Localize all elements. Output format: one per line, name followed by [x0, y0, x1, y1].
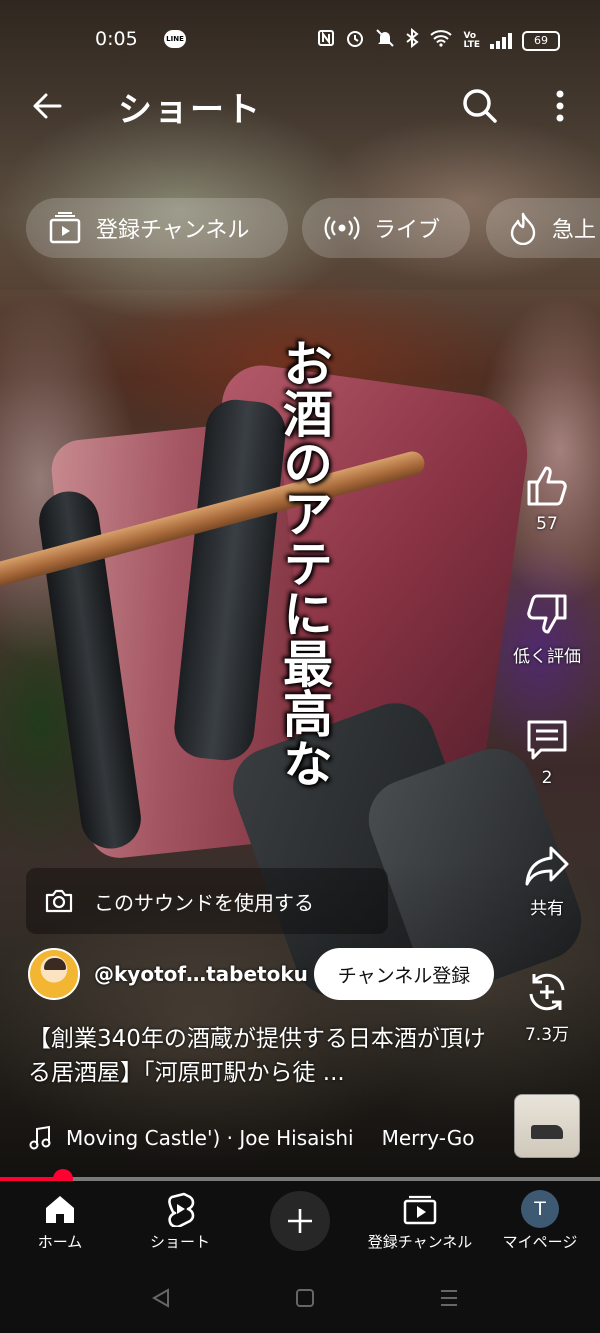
- subscriptions-icon: [48, 211, 82, 245]
- nav-subscriptions-label: 登録チャンネル: [367, 1233, 473, 1251]
- comments-button[interactable]: 2: [508, 716, 586, 788]
- chip-live[interactable]: ライブ: [302, 198, 470, 258]
- thumbs-down-icon: [523, 590, 571, 638]
- bluetooth-icon: [405, 27, 420, 53]
- bottom-navigation: ホーム ショート 登録チャンネル T マイページ: [0, 1181, 600, 1261]
- battery-icon: 69: [522, 30, 560, 51]
- mute-icon: [375, 28, 395, 53]
- use-sound-button[interactable]: このサウンドを使用する: [26, 868, 388, 934]
- home-icon: [0, 1189, 120, 1229]
- line-app-icon: LINE: [164, 30, 186, 48]
- shorts-header: ショート: [0, 78, 600, 136]
- share-button[interactable]: 共有: [508, 842, 586, 919]
- nav-subscriptions[interactable]: 登録チャンネル: [360, 1189, 480, 1252]
- nav-home-label: ホーム: [37, 1233, 83, 1251]
- feed-filter-chips: 登録チャンネル ライブ 急上: [26, 198, 600, 260]
- nav-my-page-label: マイページ: [502, 1233, 578, 1251]
- chip-label: ライブ: [374, 218, 441, 243]
- search-button[interactable]: [458, 84, 502, 128]
- music-track-next: Merry-Go: [381, 1126, 475, 1150]
- music-track: Moving Castle') · Joe Hisaishi: [66, 1126, 354, 1150]
- nav-my-page[interactable]: T マイページ: [480, 1189, 600, 1252]
- music-note-icon: [28, 1125, 52, 1151]
- live-icon: [324, 213, 360, 243]
- menu-lines-icon: [441, 1290, 457, 1306]
- plus-icon: [288, 1209, 312, 1233]
- alarm-icon: [345, 28, 365, 53]
- use-sound-label: このサウンドを使用する: [94, 890, 314, 915]
- square-home-icon: [296, 1289, 314, 1307]
- nav-home[interactable]: ホーム: [0, 1189, 120, 1252]
- system-back-button[interactable]: [146, 1283, 176, 1313]
- comment-icon: [523, 716, 571, 764]
- signal-icon: [490, 32, 512, 49]
- thumbs-up-icon: [523, 462, 571, 510]
- like-count: 57: [536, 514, 558, 534]
- system-navigation-bar: [0, 1261, 600, 1333]
- battery-level: 69: [534, 33, 548, 47]
- search-icon: [463, 89, 497, 123]
- subscribe-button[interactable]: チャンネル登録: [314, 948, 494, 1000]
- page-title: ショート: [118, 90, 262, 130]
- remix-button[interactable]: 7.3万: [508, 968, 586, 1045]
- chip-trending[interactable]: 急上: [486, 198, 600, 258]
- more-options-button[interactable]: [540, 84, 580, 128]
- nav-shorts-label: ショート: [149, 1233, 210, 1251]
- channel-avatar[interactable]: [28, 948, 80, 1000]
- more-vert-icon: [556, 90, 564, 122]
- back-button[interactable]: [26, 84, 70, 128]
- share-label: 共有: [530, 899, 564, 919]
- album-thumbnail[interactable]: [514, 1094, 580, 1158]
- wifi-icon: [429, 29, 453, 52]
- avatar-wrap: T: [480, 1189, 600, 1229]
- remix-icon: [523, 968, 571, 1016]
- dislike-label: 低く評価: [513, 647, 581, 667]
- back-arrow-icon: [33, 93, 62, 119]
- status-time: 0:05: [95, 28, 138, 50]
- music-marquee[interactable]: Moving Castle') · Joe Hisaishi Merry-Go: [28, 1122, 494, 1154]
- dislike-button[interactable]: 低く評価: [508, 590, 586, 667]
- chip-subscriptions[interactable]: 登録チャンネル: [26, 198, 288, 258]
- comment-count: 2: [541, 768, 553, 788]
- triangle-back-icon: [151, 1288, 169, 1308]
- status-bar: 0:05 LINE Vo LTE 69: [0, 22, 600, 60]
- status-icons: Vo LTE 69: [317, 27, 560, 53]
- system-home-button[interactable]: [290, 1283, 320, 1313]
- chip-label: 登録チャンネル: [96, 218, 250, 243]
- nav-shorts[interactable]: ショート: [120, 1189, 240, 1252]
- share-icon: [523, 842, 571, 890]
- shorts-icon: [120, 1189, 240, 1229]
- trending-icon: [508, 211, 538, 245]
- nfc-icon: [317, 29, 335, 52]
- remix-count: 7.3万: [524, 1025, 570, 1045]
- subscriptions-icon: [360, 1189, 480, 1229]
- video-title[interactable]: 【創業340年の酒蔵が提供する日本酒が頂ける居酒屋】「河原町駅から徒 ...: [28, 1022, 498, 1090]
- avatar: T: [521, 1190, 559, 1228]
- like-button[interactable]: 57: [508, 462, 586, 534]
- volte-icon: Vo LTE: [463, 30, 480, 50]
- video-overlay-caption: お酒のアテに最高な: [275, 338, 334, 788]
- channel-handle[interactable]: @kyotof…tabetoku: [94, 962, 308, 986]
- chip-label: 急上: [552, 218, 597, 243]
- create-button[interactable]: [270, 1191, 330, 1251]
- system-menu-button[interactable]: [434, 1283, 464, 1313]
- camera-icon: [44, 888, 74, 914]
